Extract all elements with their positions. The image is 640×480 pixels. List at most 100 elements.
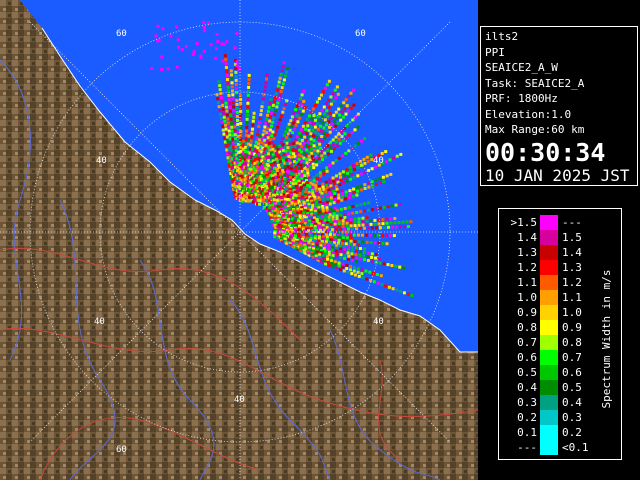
echo-cell <box>349 239 353 243</box>
echo-cell <box>231 133 235 137</box>
echo-cell <box>394 264 398 268</box>
echo-cell <box>264 81 268 85</box>
echo-cell <box>336 211 340 215</box>
echo-cell <box>268 148 272 152</box>
echo-cell <box>285 187 289 191</box>
echo-cell <box>335 246 339 250</box>
echo-cell <box>247 77 251 81</box>
echo-cell <box>232 113 236 117</box>
echo-cell <box>345 221 349 225</box>
echo-cell <box>347 109 351 113</box>
echo-cell <box>160 55 164 59</box>
echo-cell <box>325 169 329 173</box>
echo-cell <box>236 130 240 134</box>
echo-cell <box>295 141 299 145</box>
echo-cell <box>343 206 347 210</box>
echo-cell <box>300 167 304 171</box>
echo-cell <box>365 240 369 244</box>
echo-cell <box>299 185 303 189</box>
color-legend: >1.5 --- 1.4 1.5 1.3 1.4 1.2 1.3 1.1 1.2 1.0 1.1 0.9… <box>498 208 622 460</box>
echo-cell <box>357 240 361 244</box>
echo-cell <box>191 52 195 56</box>
echo-cell <box>343 245 347 248</box>
echo-cell <box>278 76 282 80</box>
echo-cell <box>327 98 331 102</box>
echo-cell <box>359 227 362 230</box>
echo-cell <box>299 163 303 167</box>
echo-cell <box>247 81 251 85</box>
echo-cell <box>339 104 343 108</box>
echo-cell <box>302 147 306 151</box>
echo-cell <box>177 45 180 49</box>
echo-cell <box>285 141 289 145</box>
legend-row-lower: 0.1 <box>517 426 537 439</box>
legend-swatch <box>540 365 558 380</box>
echo-cell <box>306 168 309 172</box>
echo-cell <box>293 144 297 148</box>
legend-row-upper: 0.3 <box>562 411 582 424</box>
echo-cell <box>326 258 330 261</box>
legend-row: 1.1 1.2 <box>499 275 599 290</box>
echo-cell <box>339 247 343 251</box>
echo-cell <box>214 47 218 51</box>
echo-cell <box>324 214 328 217</box>
echo-cell <box>356 142 360 145</box>
echo-cell <box>231 97 235 101</box>
echo-cell <box>248 195 251 199</box>
echo-cell <box>241 197 245 201</box>
echo-cell <box>346 251 350 255</box>
echo-cell <box>374 178 378 182</box>
echo-cell <box>312 148 316 152</box>
echo-cell <box>359 172 363 176</box>
echo-cell <box>169 34 173 38</box>
echo-cell <box>290 155 293 159</box>
echo-cell <box>337 236 341 240</box>
echo-cell <box>374 260 378 264</box>
echo-cell <box>247 134 251 138</box>
echo-cell <box>321 90 325 94</box>
echo-cell <box>347 149 351 153</box>
echo-cell <box>233 125 237 129</box>
echo-cell <box>246 97 250 101</box>
echo-cell <box>356 270 360 274</box>
legend-swatch <box>540 410 558 425</box>
echo-cell <box>352 191 356 195</box>
echo-cell <box>356 174 360 178</box>
echo-cell <box>302 99 306 103</box>
legend-row-lower: 0.6 <box>517 351 537 364</box>
echo-cell <box>333 220 337 224</box>
echo-cell <box>393 217 397 220</box>
prf-value: PRF: 1800Hz <box>485 92 558 105</box>
echo-cell <box>247 130 251 134</box>
echo-cell <box>312 144 316 148</box>
echo-cell <box>393 221 397 225</box>
echo-cell <box>409 220 413 224</box>
echo-cell <box>265 73 269 77</box>
echo-cell <box>373 222 377 226</box>
echo-cell <box>227 97 231 101</box>
echo-cell <box>351 205 355 208</box>
legend-row-upper: 0.8 <box>562 336 582 349</box>
echo-cell <box>251 119 255 123</box>
echo-cell <box>367 201 371 205</box>
echo-cell <box>257 142 261 146</box>
echo-cell <box>367 185 371 189</box>
echo-cell <box>284 74 287 78</box>
echo-cell <box>342 181 345 185</box>
echo-cell <box>370 226 374 230</box>
echo-cell <box>329 196 333 200</box>
echo-cell <box>313 152 317 156</box>
echo-cell <box>233 121 236 125</box>
echo-cell <box>314 184 318 188</box>
echo-cell <box>231 93 235 97</box>
echo-cell <box>272 116 276 120</box>
echo-cell <box>265 156 269 160</box>
echo-cell <box>394 203 398 207</box>
echo-cell <box>328 130 332 134</box>
echo-cell <box>306 124 310 128</box>
echo-cell <box>357 274 361 278</box>
echo-cell <box>349 177 353 181</box>
echo-cell <box>281 65 285 69</box>
echo-cell <box>235 106 239 110</box>
echo-cell <box>277 122 281 125</box>
